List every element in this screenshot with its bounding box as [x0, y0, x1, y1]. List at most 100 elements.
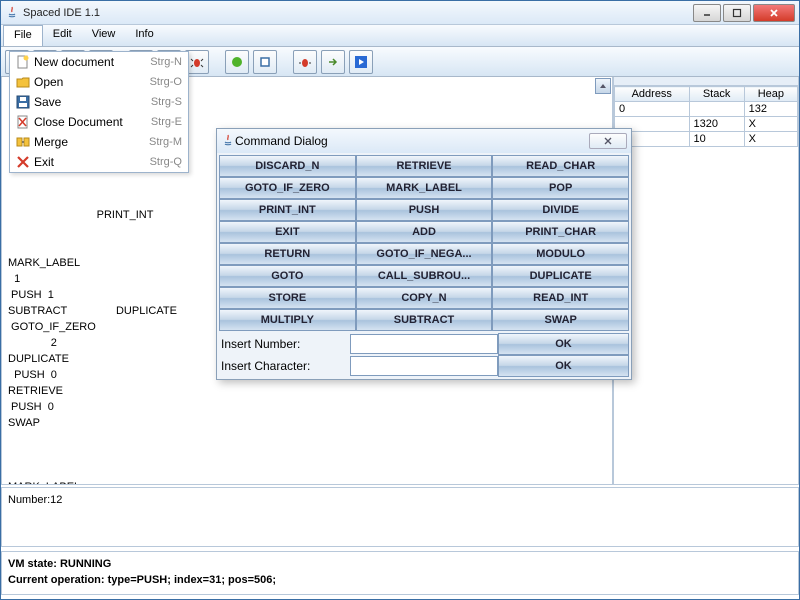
insert-char-input[interactable]: [350, 356, 498, 376]
tool-stop-icon[interactable]: [253, 50, 277, 74]
mem-cell: 0: [615, 102, 690, 117]
output-panel[interactable]: Number:12: [1, 487, 799, 547]
menu-edit[interactable]: Edit: [43, 25, 82, 46]
cmd-read-char[interactable]: READ_CHAR: [492, 155, 629, 177]
titlebar: Spaced IDE 1.1: [1, 1, 799, 25]
mem-header: Heap: [744, 87, 797, 102]
cmd-mark-label[interactable]: MARK_LABEL: [356, 177, 493, 199]
file-menu-dropdown[interactable]: New document Strg-N OpenStrg-O Save Strg-S Cl…: [9, 51, 189, 173]
minimize-button[interactable]: [693, 4, 721, 22]
menu-item-shortcut: Strg-M: [149, 136, 182, 148]
menu-item-merge[interactable]: MergeStrg-M: [10, 132, 188, 152]
table-row: 10X: [615, 132, 798, 147]
menu-file[interactable]: File: [3, 25, 43, 46]
table-row: 1320X: [615, 117, 798, 132]
cmd-goto[interactable]: GOTO: [219, 265, 356, 287]
java-icon: [221, 134, 235, 148]
cmd-push[interactable]: PUSH: [356, 199, 493, 221]
menu-item-open[interactable]: OpenStrg-O: [10, 72, 188, 92]
menu-item-close-document[interactable]: Close Document Strg-E: [10, 112, 188, 132]
menu-item-shortcut: Strg-N: [150, 56, 182, 68]
dialog-close-button[interactable]: [589, 133, 627, 149]
editor-content: PRINT_INT MARK_LABEL 1 PUSH 1 SUBTRACT D…: [8, 209, 177, 485]
menu-item-label: Save: [34, 95, 147, 109]
open-icon: [16, 75, 30, 89]
maximize-button[interactable]: [723, 4, 751, 22]
cmd-read-int[interactable]: READ_INT: [492, 287, 629, 309]
insert-char-label: Insert Character:: [219, 355, 350, 377]
tool-debug-icon[interactable]: [293, 50, 317, 74]
mem-cell: 132: [744, 102, 797, 117]
cmd-copy-n[interactable]: COPY_N: [356, 287, 493, 309]
menu-item-save[interactable]: Save Strg-S: [10, 92, 188, 112]
java-icon: [5, 6, 19, 20]
cmd-print-char[interactable]: PRINT_CHAR: [492, 221, 629, 243]
cmd-store[interactable]: STORE: [219, 287, 356, 309]
memory-panel: AddressStackHeap 0 1321320X10X: [613, 77, 799, 485]
command-dialog: Command Dialog DISCARD_NRETRIEVEREAD_CHA…: [216, 128, 632, 380]
cmd-divide[interactable]: DIVIDE: [492, 199, 629, 221]
menu-item-shortcut: Strg-O: [150, 76, 182, 88]
cmd-subtract[interactable]: SUBTRACT: [356, 309, 493, 331]
menu-item-label: Close Document: [34, 115, 147, 129]
table-row: 0 132: [615, 102, 798, 117]
command-grid: DISCARD_NRETRIEVEREAD_CHAR GOTO_IF_ZEROMA…: [217, 153, 631, 333]
menu-item-exit[interactable]: Exit Strg-Q: [10, 152, 188, 172]
menu-info[interactable]: Info: [125, 25, 163, 46]
cmd-exit[interactable]: EXIT: [219, 221, 356, 243]
menubar[interactable]: FileEditViewInfo: [1, 25, 799, 47]
cmd-duplicate[interactable]: DUPLICATE: [492, 265, 629, 287]
mem-header: Address: [615, 87, 690, 102]
cmd-print-int[interactable]: PRINT_INT: [219, 199, 356, 221]
current-op-value: type=PUSH; index=31; pos=506;: [108, 574, 276, 586]
exit-icon: [16, 155, 30, 169]
mem-cell: X: [744, 117, 797, 132]
menu-item-label: New document: [34, 55, 146, 69]
mem-cell: [689, 102, 744, 117]
cmd-swap[interactable]: SWAP: [492, 309, 629, 331]
mem-cell: X: [744, 132, 797, 147]
menu-item-label: Exit: [34, 155, 146, 169]
ok-char-button[interactable]: OK: [498, 355, 629, 377]
window-buttons: [693, 4, 795, 22]
cmd-retrieve[interactable]: RETRIEVE: [356, 155, 493, 177]
menu-item-shortcut: Strg-Q: [150, 156, 182, 168]
cmd-multiply[interactable]: MULTIPLY: [219, 309, 356, 331]
cmd-goto-if-nega-[interactable]: GOTO_IF_NEGA...: [356, 243, 493, 265]
mem-cell: 10: [689, 132, 744, 147]
cmd-pop[interactable]: POP: [492, 177, 629, 199]
insert-number-label: Insert Number:: [219, 333, 350, 355]
menu-item-new-document[interactable]: New document Strg-N: [10, 52, 188, 72]
ok-number-button[interactable]: OK: [498, 333, 629, 355]
cmd-call-subrou-[interactable]: CALL_SUBROU...: [356, 265, 493, 287]
scroll-up-icon[interactable]: [595, 78, 611, 94]
menu-item-shortcut: Strg-S: [151, 96, 182, 108]
current-op-label: Current operation:: [8, 574, 108, 586]
tool-step-icon[interactable]: [321, 50, 345, 74]
tool-play-icon[interactable]: [349, 50, 373, 74]
cmd-modulo[interactable]: MODULO: [492, 243, 629, 265]
tool-run-icon[interactable]: [225, 50, 249, 74]
status-bar: VM state: RUNNING Current operation: typ…: [1, 551, 799, 595]
memory-table: AddressStackHeap 0 1321320X10X: [614, 86, 798, 147]
mem-cell: 1320: [689, 117, 744, 132]
new-icon: [16, 55, 30, 69]
cmd-goto-if-zero[interactable]: GOTO_IF_ZERO: [219, 177, 356, 199]
merge-icon: [16, 135, 30, 149]
cmd-return[interactable]: RETURN: [219, 243, 356, 265]
cmd-add[interactable]: ADD: [356, 221, 493, 243]
dialog-title: Command Dialog: [235, 134, 589, 148]
menu-item-shortcut: Strg-E: [151, 116, 182, 128]
dialog-form: Insert Number: OK Insert Character: OK: [217, 333, 631, 379]
mem-header: Stack: [689, 87, 744, 102]
window-title: Spaced IDE 1.1: [23, 7, 693, 19]
insert-number-input[interactable]: [350, 334, 498, 354]
close-button[interactable]: [753, 4, 795, 22]
dialog-titlebar: Command Dialog: [217, 129, 631, 153]
menu-view[interactable]: View: [82, 25, 126, 46]
vm-state-label: VM state:: [8, 558, 60, 570]
save-icon: [16, 95, 30, 109]
cmd-discard-n[interactable]: DISCARD_N: [219, 155, 356, 177]
output-text: Number:12: [8, 494, 62, 506]
close-icon: [16, 115, 30, 129]
